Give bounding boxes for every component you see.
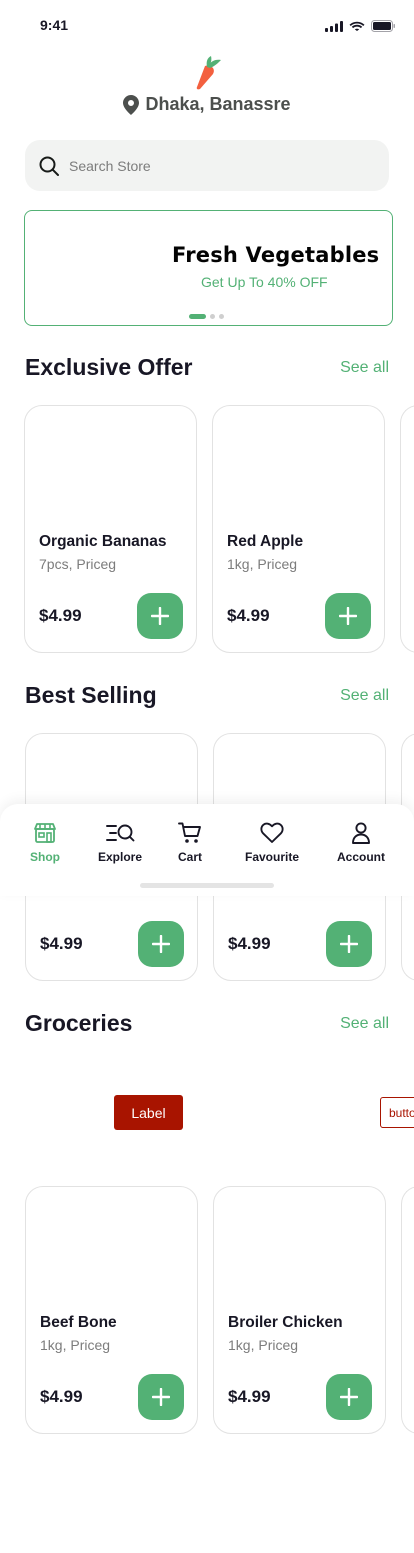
bottom-tab-bar: Shop Explore Cart Favourite Account: [0, 804, 414, 896]
exclusive-offer-header: Exclusive Offer See all: [25, 354, 389, 381]
product-price: $4.99: [39, 606, 82, 625]
cart-icon: [178, 822, 201, 843]
plus-icon: [340, 1388, 358, 1406]
status-time: 9:41: [40, 17, 69, 33]
section-title: Best Selling: [25, 682, 157, 708]
product-card-partial[interactable]: [401, 1186, 414, 1434]
product-price: $4.99: [228, 1387, 271, 1406]
signal-icon: [325, 20, 343, 32]
product-card[interactable]: Broiler Chicken 1kg, Priceg $4.99: [213, 1186, 386, 1434]
product-name: Beef Bone: [40, 1314, 117, 1331]
plus-icon: [152, 1388, 170, 1406]
groceries-header: Groceries See all: [25, 1010, 389, 1037]
product-price: $4.99: [227, 606, 270, 625]
see-all-link[interactable]: See all: [340, 359, 389, 377]
account-icon: [352, 822, 370, 844]
tab-label: Favourite: [245, 850, 300, 864]
banner-subtitle: Get Up To 40% OFF: [201, 274, 328, 290]
add-to-cart-button[interactable]: [325, 593, 371, 639]
shop-icon: [34, 823, 56, 843]
tab-explore[interactable]: Explore: [98, 822, 142, 864]
product-name: Organic Bananas: [39, 533, 167, 550]
banner-title: Fresh Vegetables: [172, 243, 380, 267]
tab-cart[interactable]: Cart: [178, 822, 202, 864]
tab-label: Cart: [178, 850, 203, 864]
location-pin-icon: [123, 94, 140, 115]
banner-dot[interactable]: [210, 314, 215, 319]
category-chip-button[interactable]: butto: [380, 1097, 414, 1128]
product-price: $4.99: [228, 934, 271, 953]
product-meta: 7pcs, Priceg: [39, 556, 117, 572]
carrot-logo-icon: [196, 56, 221, 90]
see-all-link[interactable]: See all: [340, 1015, 389, 1033]
product-meta: 1kg, Priceg: [227, 556, 298, 572]
heart-icon: [260, 822, 284, 843]
product-meta: 1kg, Priceg: [228, 1337, 299, 1353]
product-card[interactable]: Beef Bone 1kg, Priceg $4.99: [25, 1186, 198, 1434]
plus-icon: [339, 607, 357, 625]
tab-label: Account: [337, 850, 385, 864]
search-bar[interactable]: [25, 140, 389, 191]
product-name: Broiler Chicken: [228, 1314, 343, 1331]
section-title: Exclusive Offer: [25, 354, 193, 380]
product-price: $4.99: [40, 934, 83, 953]
plus-icon: [151, 607, 169, 625]
wifi-icon: [349, 21, 365, 31]
tab-label: Shop: [30, 850, 60, 864]
see-all-link[interactable]: See all: [340, 687, 389, 705]
product-meta: 1kg, Priceg: [40, 1337, 111, 1353]
explore-icon: [106, 824, 135, 842]
add-to-cart-button[interactable]: [326, 921, 372, 967]
search-input[interactable]: [69, 157, 349, 174]
section-title: Groceries: [25, 1010, 133, 1036]
location-selector[interactable]: Dhaka, Banassre: [0, 94, 414, 115]
tab-label: Explore: [98, 850, 143, 864]
product-price: $4.99: [40, 1387, 83, 1406]
category-chip-label[interactable]: Label: [114, 1095, 183, 1130]
tab-account[interactable]: Account: [337, 822, 385, 864]
location-label: Dhaka, Banassre: [145, 94, 291, 114]
product-card[interactable]: Red Apple 1kg, Priceg $4.99: [212, 405, 385, 653]
plus-icon: [340, 935, 358, 953]
add-to-cart-button[interactable]: [326, 1374, 372, 1420]
best-selling-header: Best Selling See all: [25, 682, 389, 709]
banner-pagination[interactable]: [189, 314, 224, 319]
product-name: Red Apple: [227, 533, 304, 550]
add-to-cart-button[interactable]: [138, 921, 184, 967]
banner-dot-active[interactable]: [189, 314, 206, 319]
status-bar: 9:41: [0, 0, 414, 50]
add-to-cart-button[interactable]: [138, 1374, 184, 1420]
home-indicator: [140, 883, 274, 888]
plus-icon: [152, 935, 170, 953]
search-icon: [39, 156, 59, 176]
add-to-cart-button[interactable]: [137, 593, 183, 639]
product-card-partial[interactable]: [400, 405, 414, 653]
status-icons: [325, 20, 396, 32]
product-card[interactable]: Organic Bananas 7pcs, Priceg $4.99: [24, 405, 197, 653]
banner-dot[interactable]: [219, 314, 224, 319]
tab-shop[interactable]: Shop: [30, 822, 60, 864]
tab-favourite[interactable]: Favourite: [245, 822, 299, 864]
promo-banner[interactable]: Fresh Vegetables Get Up To 40% OFF: [24, 210, 393, 326]
battery-icon: [371, 20, 395, 32]
